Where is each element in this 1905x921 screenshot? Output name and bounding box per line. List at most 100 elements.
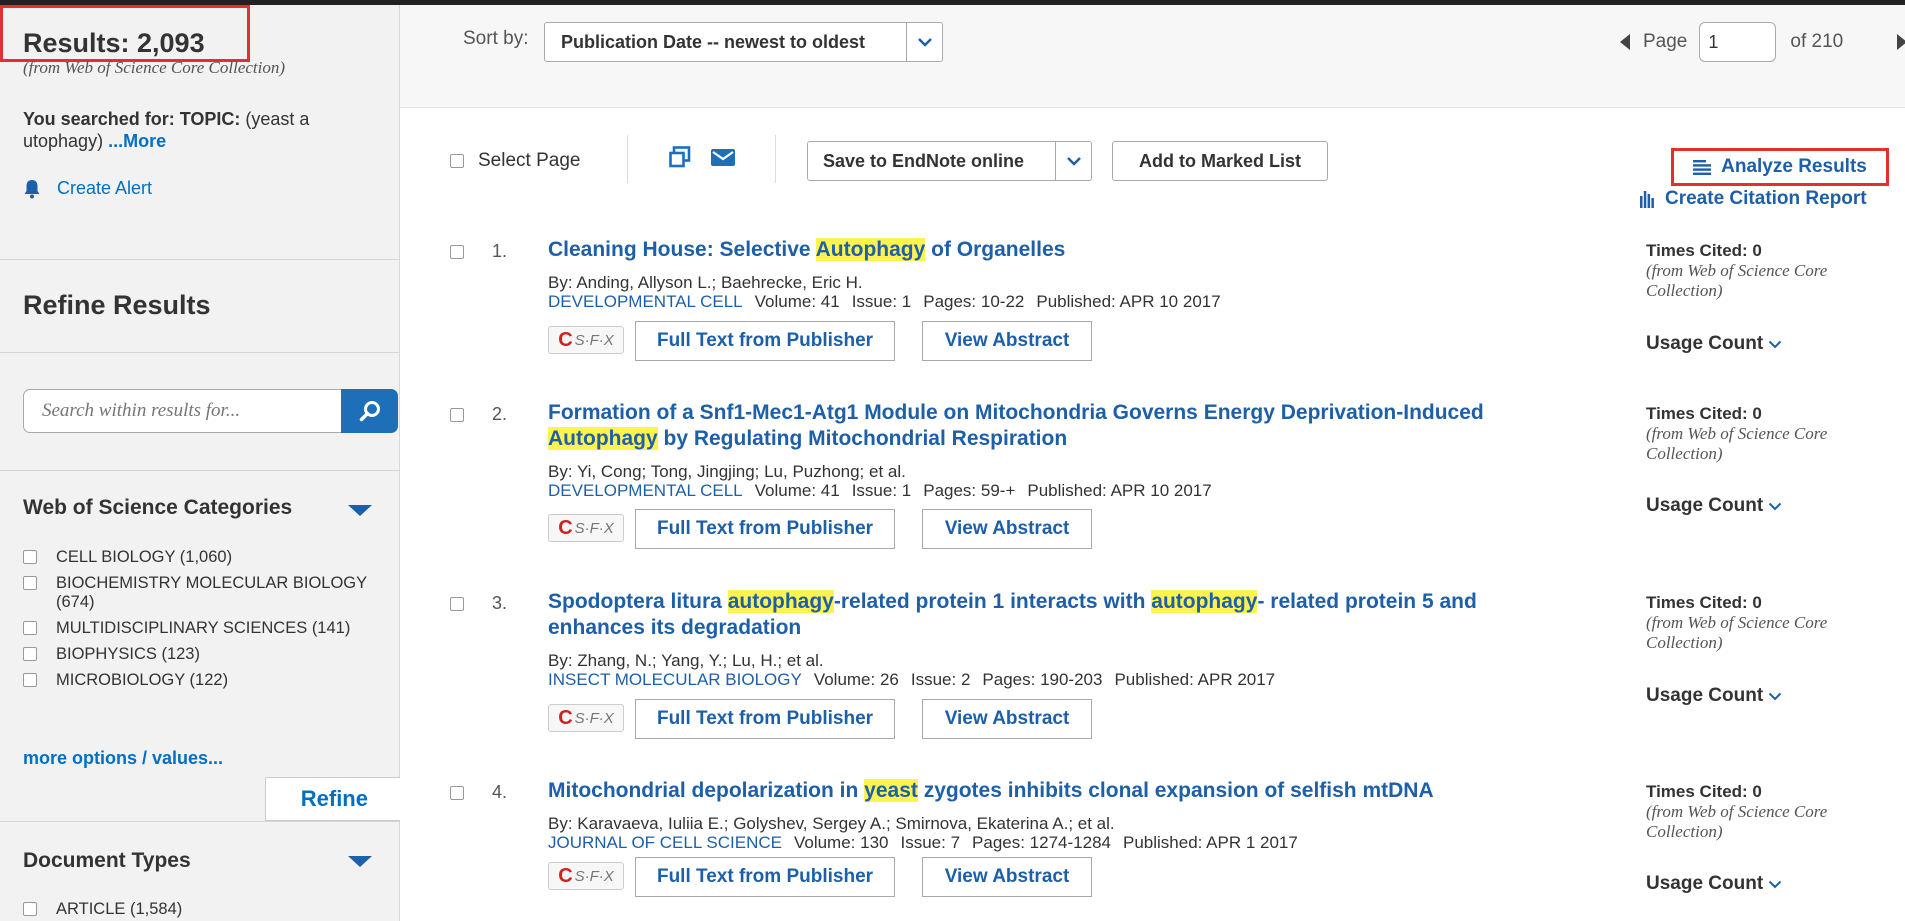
record-checkbox[interactable] <box>450 597 464 611</box>
sort-value: Publication Date -- newest to oldest <box>561 32 866 52</box>
search-button[interactable] <box>341 389 398 433</box>
view-abstract-button[interactable]: View Abstract <box>922 509 1092 549</box>
category-checkbox[interactable] <box>23 576 37 590</box>
page-label: Page <box>1643 31 1688 52</box>
record-title[interactable]: Mitochondrial depolarization in yeast zy… <box>548 778 1548 804</box>
divider <box>775 135 776 183</box>
doc-type-item[interactable]: ARTICLE (1,584) <box>23 900 373 919</box>
record-journal[interactable]: DEVELOPMENTAL CELL <box>548 292 743 311</box>
record-source: JOURNAL OF CELL SCIENCE Volume: 130 Issue:… <box>548 833 1298 852</box>
categories-list: CELL BIOLOGY (1,060) BIOCHEMISTRY MOLECU… <box>23 548 373 697</box>
sfx-button[interactable]: Ϲ S·F·X <box>548 862 624 890</box>
category-checkbox[interactable] <box>23 621 37 635</box>
page-number-input[interactable] <box>1699 22 1777 62</box>
category-item[interactable]: MICROBIOLOGY (122) <box>23 671 373 690</box>
sfx-button[interactable]: Ϲ S·F·X <box>548 326 624 354</box>
results-count: Results: 2,093 <box>23 28 205 58</box>
chevron-down-icon <box>1768 502 1782 510</box>
categories-title: Web of Science Categories <box>23 496 293 519</box>
refine-title: Refine Results <box>23 290 211 320</box>
analyze-results-button[interactable]: Analyze Results <box>1671 148 1889 186</box>
search-summary: You searched for: TOPIC: (yeast a utopha… <box>23 108 383 152</box>
record-journal[interactable]: JOURNAL OF CELL SCIENCE <box>548 833 782 852</box>
full-text-button[interactable]: Full Text from Publisher <box>635 321 895 361</box>
view-abstract-button[interactable]: View Abstract <box>922 699 1092 739</box>
add-marked-list-button[interactable]: Add to Marked List <box>1112 141 1328 181</box>
category-item[interactable]: BIOPHYSICS (123) <box>23 645 373 664</box>
citation-report-link[interactable]: Create Citation Report <box>1640 188 1867 210</box>
sort-label: Sort by: <box>463 28 529 49</box>
divider <box>0 352 400 353</box>
record-checkbox[interactable] <box>450 786 464 800</box>
more-link[interactable]: ...More <box>108 131 166 151</box>
category-item[interactable]: MULTIDISCIPLINARY SCIENCES (141) <box>23 619 373 638</box>
email-icon[interactable] <box>711 149 735 166</box>
record-number: 3. <box>492 593 508 613</box>
sort-dropdown-toggle[interactable] <box>906 23 942 61</box>
category-checkbox[interactable] <box>23 647 37 661</box>
select-page-label: Select Page <box>478 150 581 171</box>
triangle-down-icon[interactable] <box>348 856 372 867</box>
divider <box>0 470 400 471</box>
usage-count-toggle[interactable]: Usage Count <box>1646 685 1782 707</box>
analyze-results-label: Analyze Results <box>1721 156 1867 177</box>
sfx-button[interactable]: Ϲ S·F·X <box>548 704 624 732</box>
category-item[interactable]: BIOCHEMISTRY MOLECULAR BIOLOGY (674) <box>23 574 373 612</box>
times-cited-source: (from Web of Science Core Collection) <box>1646 261 1828 300</box>
searched-field: TOPIC: <box>179 109 241 129</box>
times-cited: Times Cited: 0 <box>1646 593 1762 612</box>
sort-select[interactable]: Publication Date -- newest to oldest <box>544 22 943 62</box>
record-authors: By: Zhang, N.; Yang, Y.; Lu, H.; et al. <box>548 651 824 670</box>
full-text-button[interactable]: Full Text from Publisher <box>635 857 895 897</box>
print-icon[interactable] <box>669 146 691 168</box>
results-source: (from Web of Science Core Collection) <box>23 58 286 77</box>
triangle-down-icon[interactable] <box>348 505 372 516</box>
prev-page-icon[interactable] <box>1620 34 1630 50</box>
select-page[interactable]: Select Page <box>450 150 580 172</box>
record-title[interactable]: Spodoptera litura autophagy-related prot… <box>548 589 1548 641</box>
category-checkbox[interactable] <box>23 550 37 564</box>
view-abstract-button[interactable]: View Abstract <box>922 321 1092 361</box>
times-cited: Times Cited: 0 <box>1646 782 1762 801</box>
search-within-input[interactable] <box>23 389 341 433</box>
usage-count-toggle[interactable]: Usage Count <box>1646 873 1782 895</box>
next-page-icon[interactable] <box>1897 34 1905 50</box>
more-options-link[interactable]: more options / values... <box>23 748 223 769</box>
doc-type-label: ARTICLE (1,584) <box>56 900 183 918</box>
sfx-button[interactable]: Ϲ S·F·X <box>548 514 624 542</box>
save-endnote-select[interactable]: Save to EndNote online <box>807 141 1092 181</box>
record-meta: By: Karavaeva, Iuliia E.; Golyshev, Serg… <box>548 814 1298 852</box>
view-abstract-button[interactable]: View Abstract <box>922 857 1092 897</box>
chevron-down-icon <box>1768 340 1782 348</box>
record-authors: By: Yi, Cong; Tong, Jingjing; Lu, Puzhon… <box>548 462 906 481</box>
usage-count-toggle[interactable]: Usage Count <box>1646 495 1782 517</box>
record-title[interactable]: Formation of a Snf1-Mec1-Atg1 Module on … <box>548 400 1548 452</box>
usage-count-toggle[interactable]: Usage Count <box>1646 333 1782 355</box>
record-checkbox[interactable] <box>450 408 464 422</box>
record-title[interactable]: Cleaning House: Selective Autophagy of O… <box>548 237 1548 263</box>
chevron-down-icon <box>917 38 932 47</box>
category-checkbox[interactable] <box>23 673 37 687</box>
select-page-checkbox[interactable] <box>450 154 464 168</box>
category-item[interactable]: CELL BIOLOGY (1,060) <box>23 548 373 567</box>
divider <box>0 821 400 822</box>
create-alert-link[interactable]: Create Alert <box>23 178 152 199</box>
record-journal[interactable]: DEVELOPMENTAL CELL <box>548 481 743 500</box>
pager: Page of 210 <box>1620 22 1843 62</box>
full-text-button[interactable]: Full Text from Publisher <box>635 509 895 549</box>
record-number: 1. <box>492 241 508 261</box>
divider <box>627 135 628 183</box>
times-cited: Times Cited: 0 <box>1646 241 1762 260</box>
doc-type-checkbox[interactable] <box>23 902 37 916</box>
analyze-lines-icon <box>1693 159 1712 175</box>
full-text-button[interactable]: Full Text from Publisher <box>635 699 895 739</box>
record-journal[interactable]: INSECT MOLECULAR BIOLOGY <box>548 670 802 689</box>
record-authors: By: Karavaeva, Iuliia E.; Golyshev, Serg… <box>548 814 1115 833</box>
category-label: BIOPHYSICS (123) <box>56 645 200 663</box>
category-label: MICROBIOLOGY (122) <box>56 671 229 689</box>
record-checkbox[interactable] <box>450 245 464 259</box>
save-endnote-dropdown[interactable] <box>1055 142 1091 180</box>
refine-button[interactable]: Refine <box>265 777 400 821</box>
bell-icon <box>24 179 40 198</box>
chevron-down-icon <box>1066 157 1081 166</box>
